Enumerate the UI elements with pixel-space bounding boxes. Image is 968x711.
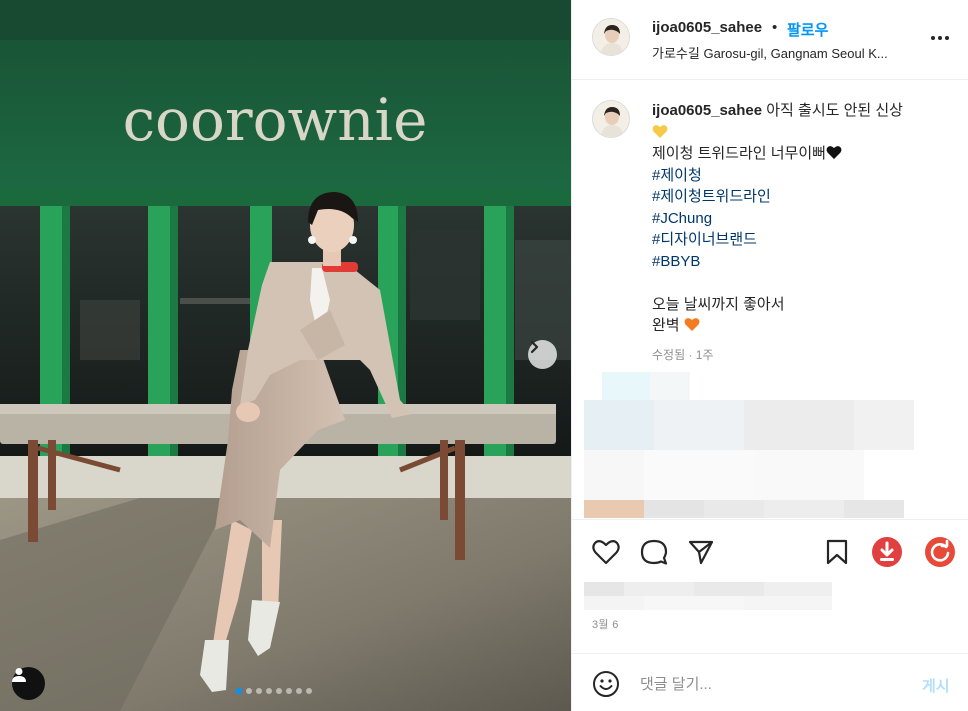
- hashtag-link[interactable]: #제이청트위드라인: [652, 186, 952, 208]
- avatar-image: [593, 101, 629, 137]
- share-button[interactable]: [687, 538, 715, 566]
- orange-heart-icon: [684, 318, 700, 331]
- download-button[interactable]: [871, 536, 903, 568]
- avatar-image: [593, 19, 629, 55]
- post-comment-button[interactable]: 게시: [922, 675, 950, 696]
- caption-author-avatar[interactable]: [592, 100, 630, 138]
- caption-line-4: 완벽: [652, 317, 680, 334]
- caption-line-3: 오늘 날씨까지 좋아서: [652, 295, 785, 313]
- carousel-dot: [296, 688, 302, 694]
- blurred-comments: [584, 372, 968, 518]
- post-location[interactable]: 가로수길 Garosu-gil, Gangnam Seoul K...: [652, 43, 914, 62]
- save-button[interactable]: [823, 538, 851, 566]
- caption-meta: 수정됨 · 1주: [652, 348, 714, 362]
- black-heart-icon: [826, 146, 842, 159]
- yellow-heart-icon: [652, 124, 668, 138]
- caption-line-2: 제이청 트위드라인 너무이뻐: [652, 145, 826, 162]
- person-icon: [12, 668, 26, 682]
- more-options-button[interactable]: [926, 28, 954, 48]
- post-photo[interactable]: coorownie: [0, 0, 571, 711]
- hashtag-link[interactable]: #JChung: [652, 208, 952, 230]
- follow-button[interactable]: 팔로우: [787, 19, 828, 40]
- comment-input[interactable]: [640, 668, 910, 700]
- post-actions: [572, 519, 968, 579]
- post-caption: ijoa0605_sahee 아직 출시도 안된 신상 제이청 트위드라인 너무…: [572, 96, 968, 366]
- carousel-dot: [266, 688, 272, 694]
- more-horizontal-icon: [931, 36, 935, 40]
- tagged-users-button[interactable]: [12, 667, 45, 700]
- post-header: ijoa0605_sahee • 팔로우 가로수길 Garosu-gil, Ga…: [572, 0, 968, 80]
- smiley-icon[interactable]: [592, 670, 620, 698]
- header-separator: •: [772, 19, 778, 36]
- carousel-dot: [306, 688, 312, 694]
- carousel-dot: [236, 688, 242, 694]
- heart-outline-icon: [592, 540, 620, 565]
- store-sign-text: coorownie: [123, 86, 428, 154]
- author-username[interactable]: ijoa0605_sahee: [652, 19, 762, 36]
- author-avatar[interactable]: [592, 18, 630, 56]
- bookmark-icon: [826, 539, 848, 565]
- hashtag-link[interactable]: #디자이너브랜드: [652, 229, 952, 251]
- post-photo-scene: coorownie: [0, 0, 571, 711]
- caption-text: ijoa0605_sahee 아직 출시도 안된 신상 제이청 트위드라인 너무…: [652, 100, 952, 337]
- like-button[interactable]: [592, 538, 620, 566]
- comment-bar: 게시: [572, 653, 968, 711]
- comment-icon: [640, 539, 668, 565]
- comment-button[interactable]: [640, 538, 668, 566]
- post-sidebar: ijoa0605_sahee • 팔로우 가로수길 Garosu-gil, Ga…: [571, 0, 968, 711]
- refresh-icon: [925, 537, 955, 567]
- carousel-dot: [256, 688, 262, 694]
- refresh-button[interactable]: [924, 536, 956, 568]
- caption-username[interactable]: ijoa0605_sahee: [652, 102, 762, 119]
- carousel-dot: [286, 688, 292, 694]
- download-icon: [872, 537, 902, 567]
- carousel-dot: [246, 688, 252, 694]
- post-date: 3월 6: [592, 619, 619, 631]
- blurred-likes: [584, 582, 832, 610]
- hashtag-link[interactable]: #제이청: [652, 165, 952, 187]
- carousel-next-button[interactable]: [528, 340, 557, 369]
- carousel-dot: [276, 688, 282, 694]
- send-icon: [688, 540, 714, 565]
- chevron-right-icon: [530, 340, 539, 354]
- carousel-indicator: [236, 688, 312, 694]
- caption-line-1: 아직 출시도 안된 신상: [762, 102, 903, 119]
- hashtag-link[interactable]: #BBYB: [652, 251, 952, 273]
